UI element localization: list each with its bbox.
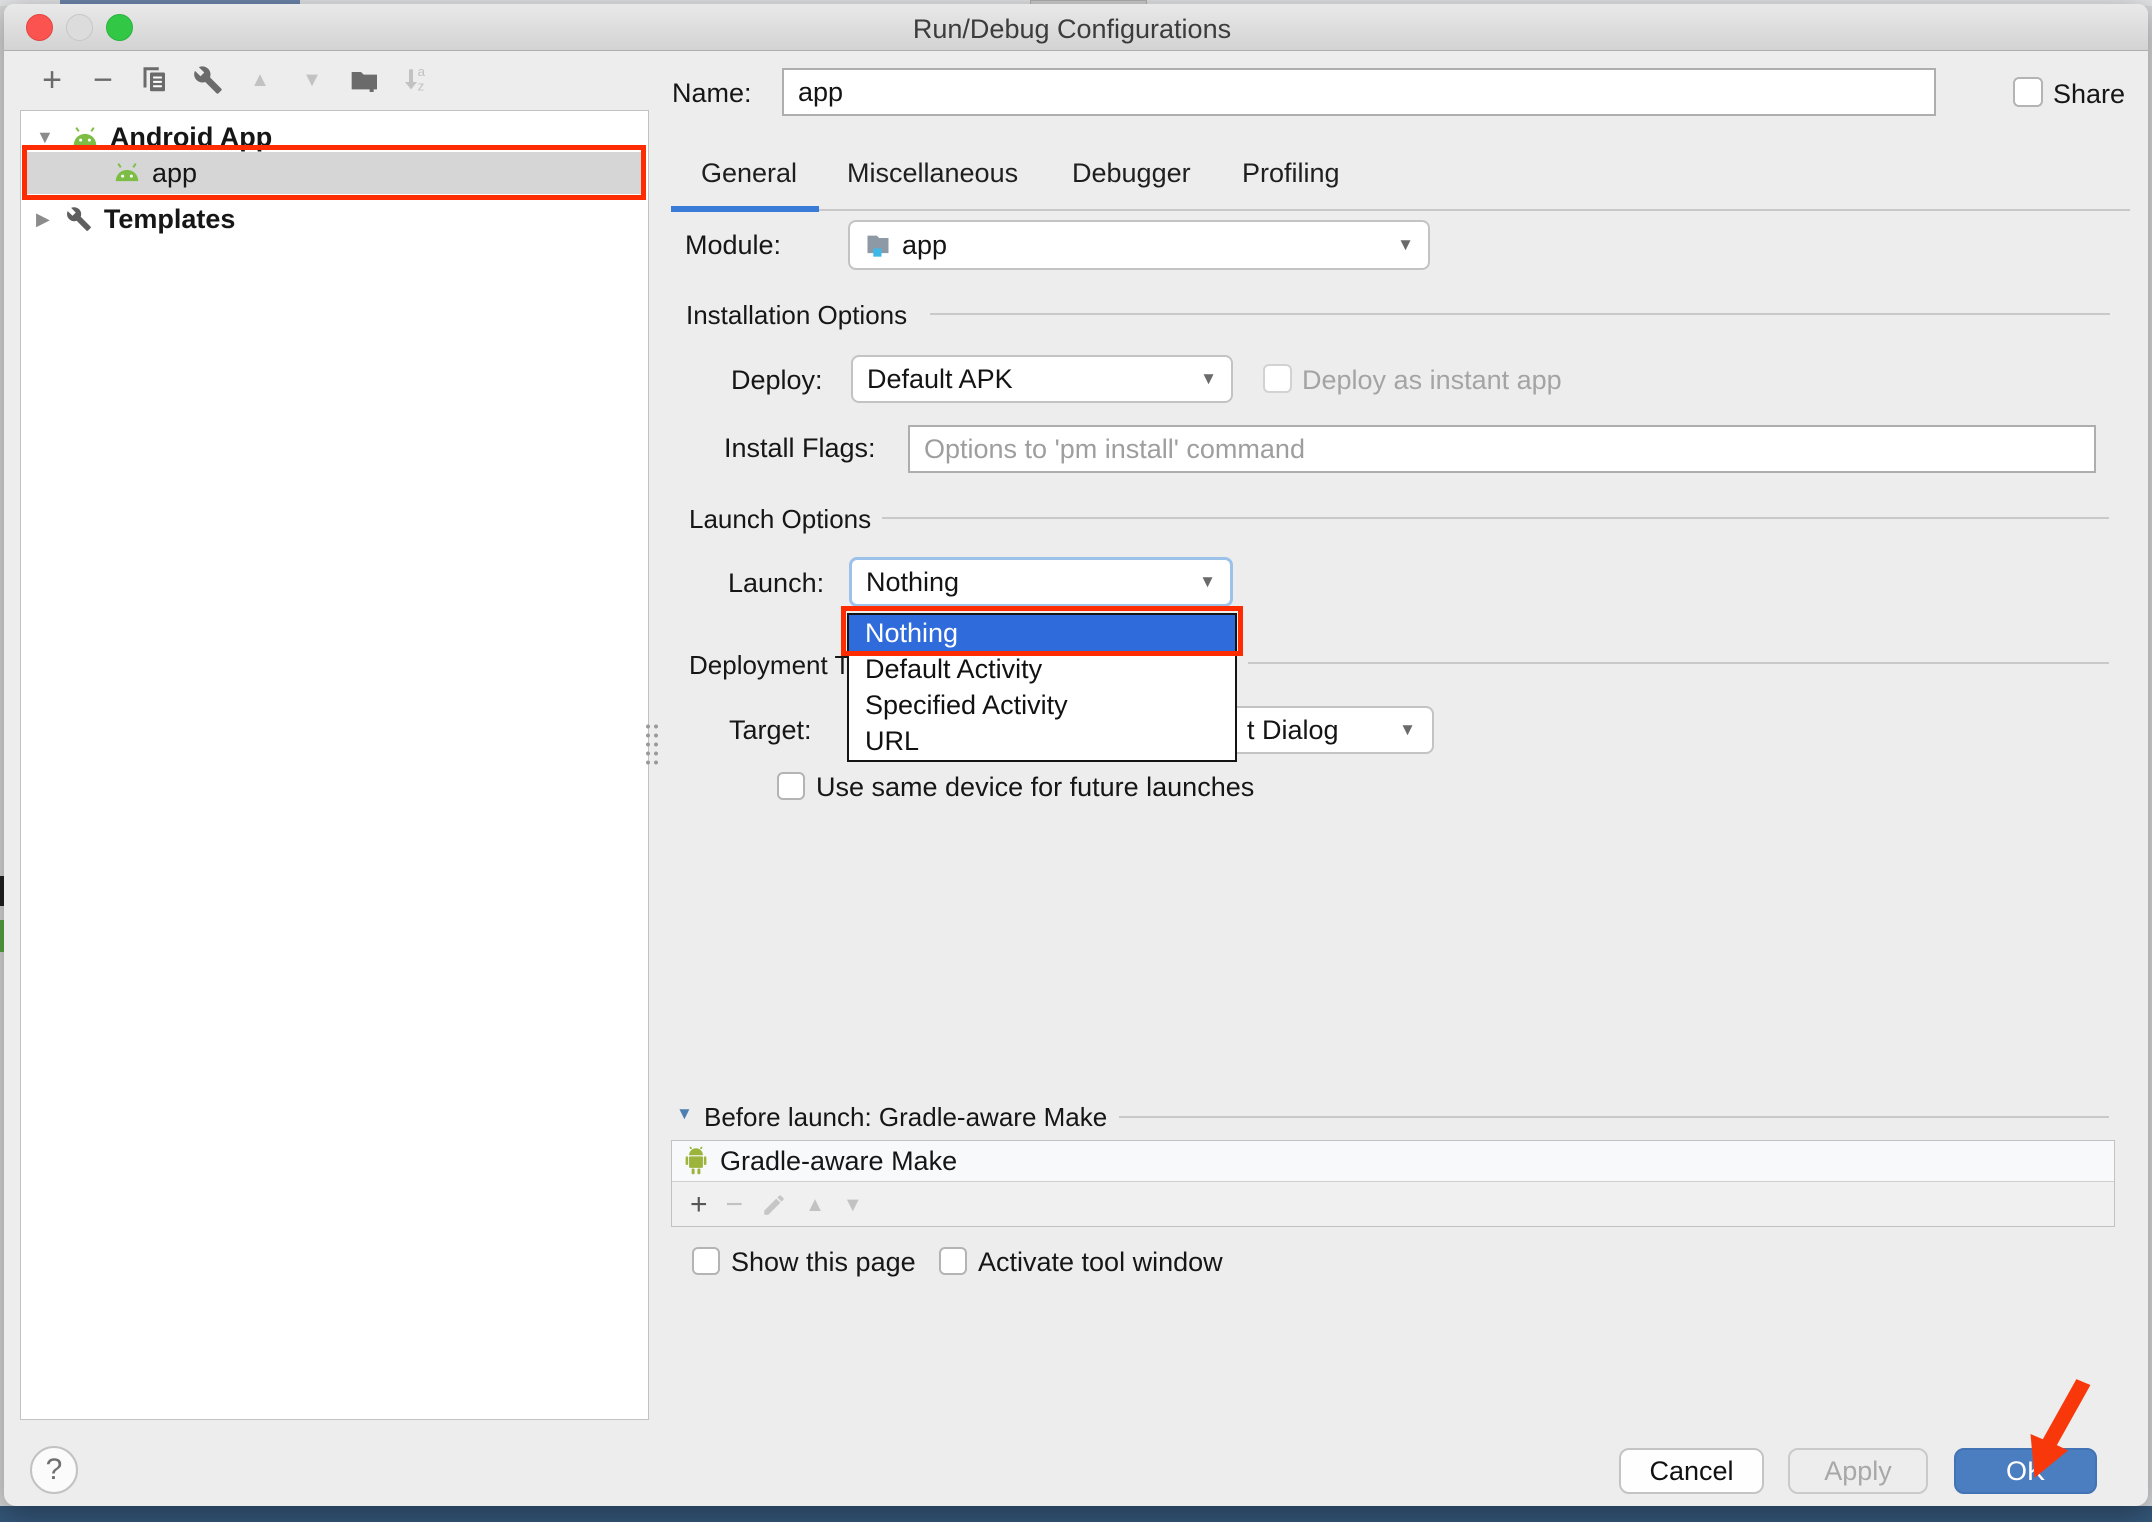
tree-item-label: Android App xyxy=(110,122,272,153)
section-divider xyxy=(930,313,2110,315)
chevron-down-icon: ▼ xyxy=(1199,572,1216,592)
use-same-device-checkbox[interactable] xyxy=(777,772,805,800)
tree-item-label: Templates xyxy=(104,204,236,235)
before-launch-toolbar: + − ▲ ▼ xyxy=(672,1182,2114,1227)
instant-app-checkbox[interactable] xyxy=(1263,364,1292,393)
edit-pencil-icon[interactable] xyxy=(761,1192,787,1218)
collapse-triangle-icon[interactable]: ▼ xyxy=(676,1104,693,1124)
new-folder-button[interactable] xyxy=(344,59,386,101)
target-value: t Dialog xyxy=(1247,715,1339,746)
panel-splitter-handle[interactable] xyxy=(644,722,660,768)
name-input[interactable] xyxy=(782,68,1936,116)
share-label: Share xyxy=(2053,79,2125,110)
deploy-label: Deploy: xyxy=(731,365,823,396)
installation-options-header: Installation Options xyxy=(686,300,907,331)
edit-defaults-button[interactable] xyxy=(187,59,229,101)
sort-az-icon: az xyxy=(399,64,431,96)
android-icon xyxy=(112,162,142,184)
name-label: Name: xyxy=(672,78,752,109)
install-flags-label: Install Flags: xyxy=(724,433,876,464)
module-label: Module: xyxy=(685,230,781,261)
tab-general[interactable]: General xyxy=(701,158,797,189)
use-same-device-label: Use same device for future launches xyxy=(816,772,1254,803)
chevron-down-icon: ▼ xyxy=(1397,235,1414,255)
plus-icon: + xyxy=(42,63,62,97)
activate-tool-window-checkbox[interactable] xyxy=(939,1247,967,1275)
launch-select[interactable]: Nothing ▼ xyxy=(849,557,1233,607)
tree-item-app[interactable]: app xyxy=(22,152,646,194)
svg-text:z: z xyxy=(418,79,425,94)
target-label: Target: xyxy=(729,715,812,746)
deploy-select[interactable]: Default APK ▼ xyxy=(851,355,1233,403)
launch-dropdown-popup: Nothing Default Activity Specified Activ… xyxy=(847,613,1237,762)
chevron-collapsed-icon[interactable]: ▶ xyxy=(36,209,50,230)
help-button[interactable]: ? xyxy=(30,1446,78,1494)
before-launch-list: Gradle-aware Make + − ▲ ▼ xyxy=(671,1140,2115,1227)
activate-tool-window-label: Activate tool window xyxy=(978,1247,1223,1278)
remove-configuration-button[interactable]: − xyxy=(82,59,124,101)
svg-text:a: a xyxy=(418,64,426,79)
active-tab-underline xyxy=(671,206,819,212)
module-value: app xyxy=(902,230,1389,261)
launch-label: Launch: xyxy=(728,568,824,599)
chevron-down-icon: ▼ xyxy=(1200,369,1217,389)
chevron-down-icon: ▼ xyxy=(1399,720,1416,740)
tab-strip-divider xyxy=(671,209,2130,211)
module-select[interactable]: app ▼ xyxy=(848,220,1430,270)
section-divider xyxy=(1119,1116,2109,1118)
dialog-title: Run/Debug Configurations xyxy=(0,14,2144,45)
background-desktop-strip xyxy=(0,1506,2152,1522)
tab-profiling[interactable]: Profiling xyxy=(1242,158,1340,189)
minus-icon: − xyxy=(93,63,113,97)
sort-configurations-button[interactable]: az xyxy=(394,59,436,101)
tree-item-android-app[interactable]: ▼ Android App xyxy=(22,118,646,156)
android-icon xyxy=(70,126,100,148)
arrow-down-icon: ▼ xyxy=(302,70,322,90)
wrench-icon xyxy=(66,206,92,232)
dropdown-item-specified-activity[interactable]: Specified Activity xyxy=(849,687,1235,723)
move-down-button[interactable]: ▼ xyxy=(291,59,333,101)
dropdown-item-default-activity[interactable]: Default Activity xyxy=(849,651,1235,687)
module-icon xyxy=(864,231,892,259)
section-divider xyxy=(882,517,2109,519)
move-up-button[interactable]: ▲ xyxy=(239,59,281,101)
arrow-up-icon[interactable]: ▲ xyxy=(805,1195,825,1215)
instant-app-label: Deploy as instant app xyxy=(1302,365,1562,396)
cancel-button[interactable]: Cancel xyxy=(1619,1448,1764,1494)
question-mark-icon: ? xyxy=(46,1453,63,1487)
dropdown-item-url[interactable]: URL xyxy=(849,723,1235,759)
deployment-target-header: Deployment T xyxy=(689,650,850,681)
tab-debugger[interactable]: Debugger xyxy=(1072,158,1191,189)
screenshot-root: Run/Debug Configurations + − ▲ ▼ az ▼ An… xyxy=(0,0,2152,1522)
arrow-down-icon[interactable]: ▼ xyxy=(843,1195,863,1215)
configurations-tree-panel xyxy=(20,110,649,1420)
share-checkbox[interactable] xyxy=(2013,77,2043,107)
section-divider xyxy=(1248,662,2109,664)
launch-value: Nothing xyxy=(866,567,1191,598)
copy-configuration-button[interactable] xyxy=(134,59,176,101)
android-robot-icon xyxy=(684,1146,708,1176)
arrow-up-icon: ▲ xyxy=(250,70,270,90)
before-launch-task-row[interactable]: Gradle-aware Make xyxy=(672,1141,2114,1182)
before-launch-task-label: Gradle-aware Make xyxy=(720,1146,957,1177)
tab-miscellaneous[interactable]: Miscellaneous xyxy=(847,158,1018,189)
chevron-expanded-icon[interactable]: ▼ xyxy=(36,127,54,148)
dropdown-item-nothing[interactable]: Nothing xyxy=(849,615,1235,651)
tree-item-label: app xyxy=(152,158,197,189)
launch-options-header: Launch Options xyxy=(689,504,871,535)
annotation-arrow xyxy=(2004,1376,2116,1488)
deploy-value: Default APK xyxy=(867,364,1192,395)
show-this-page-label: Show this page xyxy=(731,1247,916,1278)
tree-item-templates[interactable]: ▶ Templates xyxy=(22,200,646,238)
before-launch-header: Before launch: Gradle-aware Make xyxy=(704,1102,1107,1133)
plus-icon[interactable]: + xyxy=(690,1190,708,1220)
folder-plus-icon xyxy=(349,64,381,96)
add-configuration-button[interactable]: + xyxy=(31,59,73,101)
show-this-page-checkbox[interactable] xyxy=(692,1247,720,1275)
install-flags-input[interactable] xyxy=(908,425,2096,473)
wrench-icon xyxy=(193,65,223,95)
copy-icon xyxy=(140,65,170,95)
apply-button[interactable]: Apply xyxy=(1788,1448,1928,1494)
minus-icon[interactable]: − xyxy=(726,1190,744,1220)
